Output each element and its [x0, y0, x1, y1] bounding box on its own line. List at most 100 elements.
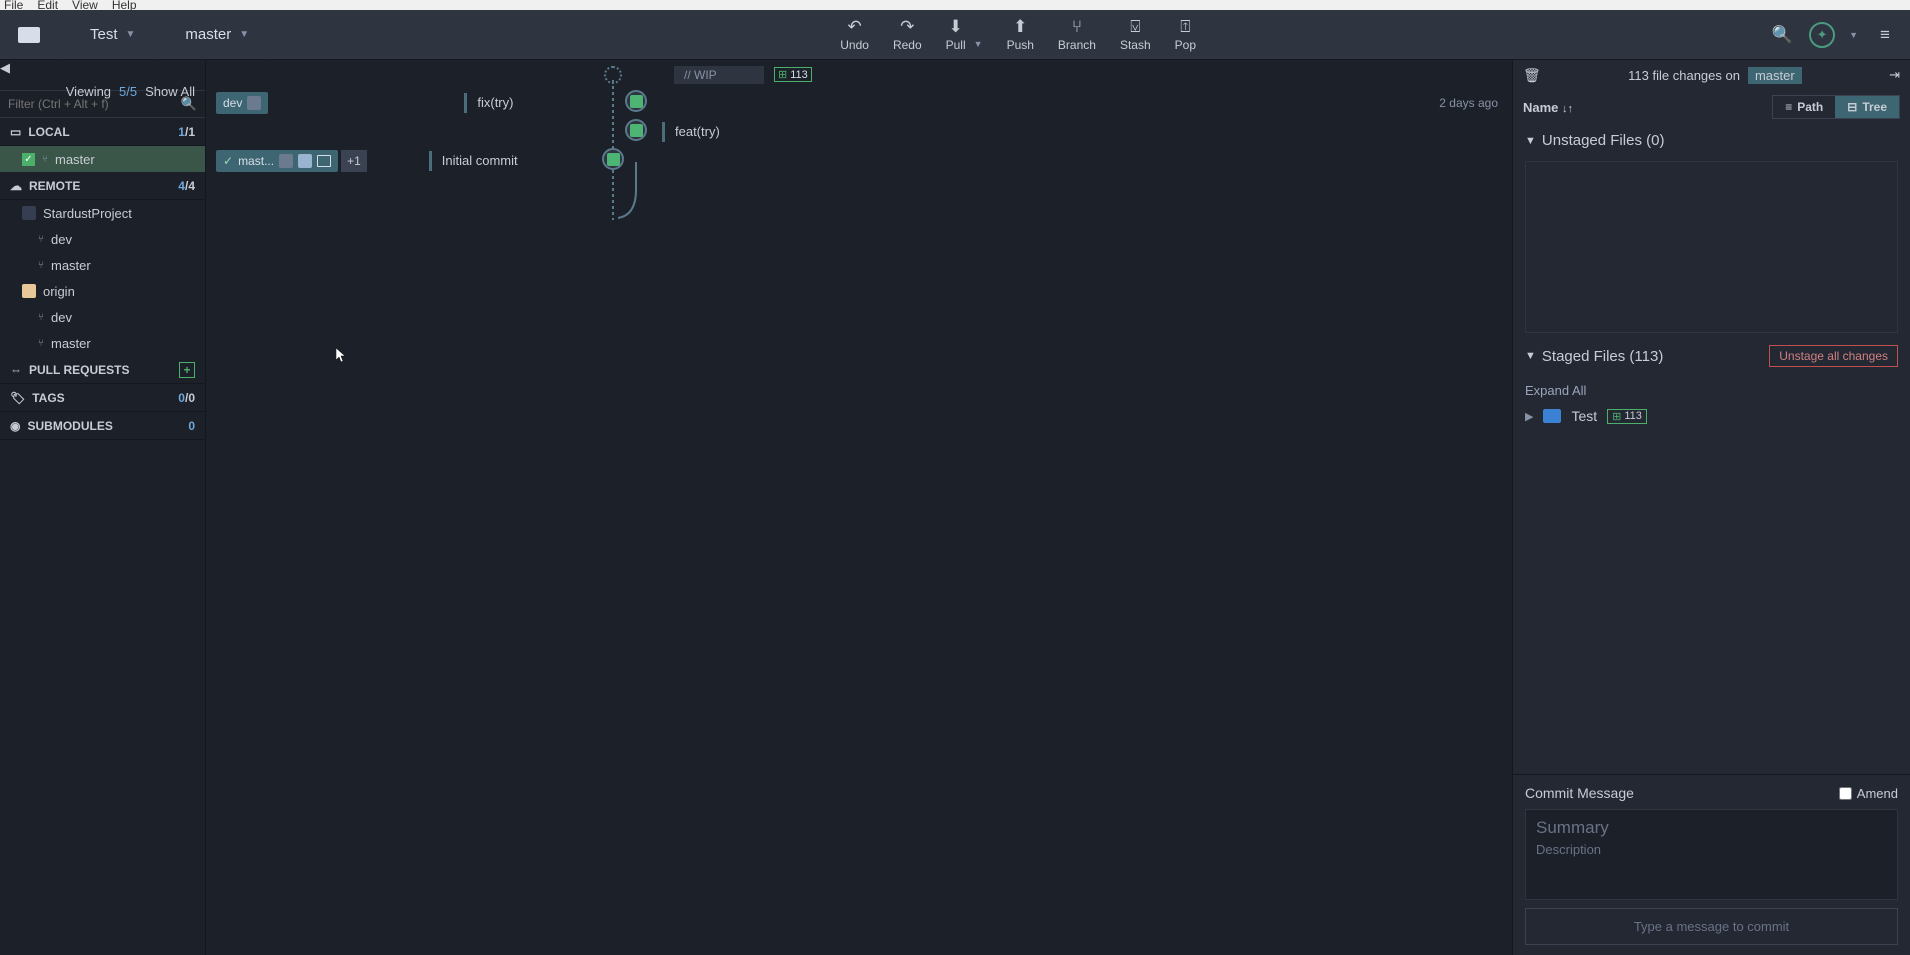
- changes-header: 🗑 113 file changes on master ⇥: [1513, 60, 1910, 90]
- chevron-left-icon: ◀: [0, 60, 10, 75]
- pull-label: Pull: [946, 38, 966, 52]
- profile-button[interactable]: ✦: [1809, 22, 1835, 48]
- branch-label: master: [51, 336, 91, 351]
- commit-time: 2 days ago: [1439, 96, 1498, 110]
- commit-graph: // WIP ⊞113 dev fix(try) 2 days ago feat…: [206, 60, 1512, 955]
- branch-icon: ⑂: [38, 312, 44, 323]
- tags-count-a: 0: [178, 391, 185, 405]
- breadcrumb-branch[interactable]: master ▼: [167, 10, 267, 59]
- tag-icon: 🏷: [10, 391, 25, 405]
- wip-count: ⊞113: [774, 67, 812, 82]
- file-count-badge: ⊞113: [1607, 409, 1647, 424]
- local-branch-master[interactable]: ✓ ⑂ master: [0, 146, 205, 172]
- pr-section-header[interactable]: ⇔ PULL REQUESTS +: [0, 356, 205, 384]
- remote-section-header[interactable]: ☁ REMOTE 4/4: [0, 172, 205, 200]
- mouse-cursor: [336, 348, 348, 364]
- unstage-all-button[interactable]: Unstage all changes: [1769, 345, 1898, 367]
- commit-message: fix(try): [477, 95, 513, 110]
- pull-dropdown-icon[interactable]: ▼: [974, 39, 983, 49]
- commit-message-box[interactable]: Summary Description: [1525, 809, 1898, 900]
- collapse-icon[interactable]: ▼: [1525, 350, 1536, 362]
- check-icon: ✓: [22, 153, 35, 166]
- branch-icon: ⑂: [42, 154, 48, 165]
- pr-icon: ⇔: [10, 363, 22, 377]
- stash-label: Stash: [1120, 38, 1151, 52]
- pr-title: PULL REQUESTS: [29, 363, 129, 377]
- menu-bar: File Edit View Help: [0, 0, 1910, 10]
- remote-count-b: /4: [185, 179, 195, 193]
- pull-icon: ⬇: [946, 18, 966, 36]
- branch-label: master: [55, 152, 95, 167]
- branch-tag-master[interactable]: ✓ mast...: [216, 150, 338, 172]
- back-button[interactable]: ◀: [0, 60, 205, 76]
- local-section-header[interactable]: ▭ LOCAL 1/1: [0, 118, 205, 146]
- avatar-icon: [247, 96, 261, 110]
- tree-view-button[interactable]: ⊟Tree: [1835, 96, 1899, 118]
- staged-folder-row[interactable]: ▶ Test ⊞113: [1525, 402, 1898, 430]
- right-panel: 🗑 113 file changes on master ⇥ Name ↓↑ ≡…: [1512, 60, 1910, 955]
- tags-section-header[interactable]: 🏷 TAGS 0/0: [0, 384, 205, 412]
- commit-row-3[interactable]: ✓ mast... +1 Initial commit: [206, 146, 1512, 175]
- remote-label: StardustProject: [43, 206, 132, 221]
- toolbar-right: 🔍 ✦ ▼ ≡: [1769, 22, 1910, 48]
- branch-icon: ⑂: [1067, 18, 1087, 36]
- changes-branch-badge: master: [1748, 67, 1802, 84]
- amend-checkbox[interactable]: [1839, 787, 1852, 800]
- submodules-section-header[interactable]: ◉ SUBMODULES 0: [0, 412, 205, 440]
- staged-header: ▼ Staged Files (113) Unstage all changes: [1513, 337, 1910, 375]
- undo-button[interactable]: ↶Undo: [840, 18, 869, 52]
- add-pr-button[interactable]: +: [179, 362, 195, 378]
- menu-icon: ≡: [1880, 25, 1890, 45]
- branch-tag-dev[interactable]: dev: [216, 92, 268, 114]
- more-badges[interactable]: +1: [341, 150, 367, 172]
- amend-toggle[interactable]: Amend: [1839, 786, 1898, 801]
- settings-button[interactable]: ≡: [1872, 22, 1898, 48]
- remote-origin-master[interactable]: ⑂master: [0, 330, 205, 356]
- viewing-label: Viewing: [66, 84, 111, 99]
- description-input[interactable]: Description: [1536, 842, 1887, 857]
- unstaged-header[interactable]: ▼ Unstaged Files (0): [1513, 124, 1910, 157]
- commit-row-1[interactable]: dev fix(try) 2 days ago: [206, 88, 1512, 117]
- show-all-button[interactable]: Show All: [145, 84, 195, 99]
- expand-all-button[interactable]: Expand All: [1525, 379, 1898, 402]
- close-panel-button[interactable]: ⇥: [1889, 67, 1900, 83]
- commit-row-2[interactable]: feat(try): [206, 117, 1512, 146]
- wip-row[interactable]: // WIP ⊞113: [206, 60, 1512, 89]
- unstaged-title: Unstaged Files (0): [1542, 132, 1665, 149]
- branch-label: Branch: [1058, 38, 1096, 52]
- commit-button[interactable]: Type a message to commit: [1525, 908, 1898, 945]
- remote-origin[interactable]: origin: [0, 278, 205, 304]
- profile-dropdown-icon[interactable]: ▼: [1849, 30, 1858, 40]
- branch-button[interactable]: ⑂ Branch: [1058, 18, 1096, 52]
- stash-button[interactable]: ⍌Stash: [1120, 18, 1151, 52]
- push-button[interactable]: ⬆Push: [1007, 18, 1034, 52]
- breadcrumb: Test ▼ master ▼: [0, 10, 267, 59]
- folder-icon: [18, 27, 40, 43]
- remote-stardust-dev[interactable]: ⑂dev: [0, 226, 205, 252]
- pull-button[interactable]: ⬇ Pull: [946, 18, 966, 52]
- trash-button[interactable]: 🗑: [1523, 67, 1541, 84]
- path-view-button[interactable]: ≡Path: [1773, 96, 1835, 118]
- breadcrumb-repo[interactable]: Test ▼: [72, 10, 153, 59]
- remote-stardust-master[interactable]: ⑂master: [0, 252, 205, 278]
- bar-marker: [662, 122, 665, 142]
- sort-name-button[interactable]: Name ↓↑: [1523, 100, 1573, 115]
- undo-label: Undo: [840, 38, 869, 52]
- breadcrumb-root[interactable]: [0, 10, 58, 59]
- remote-origin-dev[interactable]: ⑂dev: [0, 304, 205, 330]
- remote-icon: [22, 284, 36, 298]
- laptop-icon: ▭: [10, 125, 21, 139]
- bar-marker: [429, 151, 432, 171]
- unstaged-dropzone[interactable]: [1525, 161, 1898, 333]
- redo-button[interactable]: ↷Redo: [893, 18, 922, 52]
- summary-input[interactable]: Summary: [1536, 818, 1887, 838]
- commit-message: feat(try): [675, 124, 720, 139]
- remote-stardust[interactable]: StardustProject: [0, 200, 205, 226]
- search-button[interactable]: 🔍: [1769, 22, 1795, 48]
- viewing-count: 5/5: [119, 84, 137, 99]
- local-count-a: 1: [178, 125, 185, 139]
- tags-title: TAGS: [32, 391, 64, 405]
- pop-button[interactable]: ⍐Pop: [1175, 18, 1196, 52]
- tag-label: dev: [223, 96, 242, 110]
- avatar-icon: [298, 154, 312, 168]
